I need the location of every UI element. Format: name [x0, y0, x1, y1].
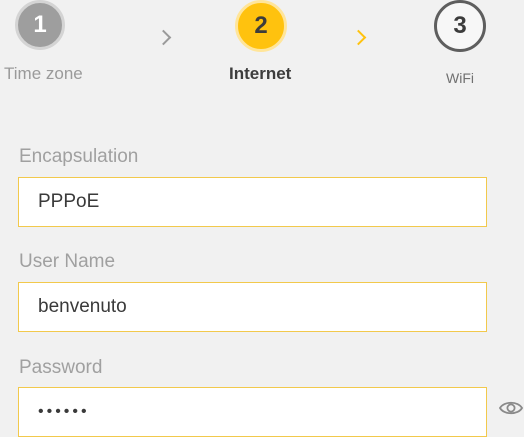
step-2-number: 2	[254, 12, 268, 39]
password-label: Password	[19, 357, 103, 378]
chevron-right-icon	[350, 29, 367, 46]
step-1-number: 1	[33, 11, 47, 38]
step-2-label: Internet	[229, 64, 292, 83]
step-3-circle[interactable]: 3	[434, 0, 486, 52]
eye-icon[interactable]	[499, 399, 523, 417]
chevron-right-icon	[155, 29, 172, 46]
step-1-label: Time zone	[4, 64, 83, 83]
password-input[interactable]: ••••••	[18, 387, 487, 437]
password-value: ••••••	[38, 403, 90, 420]
username-label: User Name	[19, 251, 116, 272]
step-3-label: WiFi	[446, 70, 474, 86]
step-2-circle[interactable]: 2	[235, 0, 287, 52]
encapsulation-value: PPPoE	[38, 191, 100, 212]
setup-wizard-panel: 1 Time zone 2 Internet 3 WiFi Encapsulat…	[0, 0, 524, 437]
step-3-number: 3	[453, 12, 467, 39]
encapsulation-label: Encapsulation	[19, 146, 139, 167]
encapsulation-select[interactable]: PPPoE	[18, 177, 487, 227]
username-value: benvenuto	[38, 296, 127, 317]
username-input[interactable]: benvenuto	[18, 282, 487, 332]
step-1-circle[interactable]: 1	[15, 0, 65, 50]
